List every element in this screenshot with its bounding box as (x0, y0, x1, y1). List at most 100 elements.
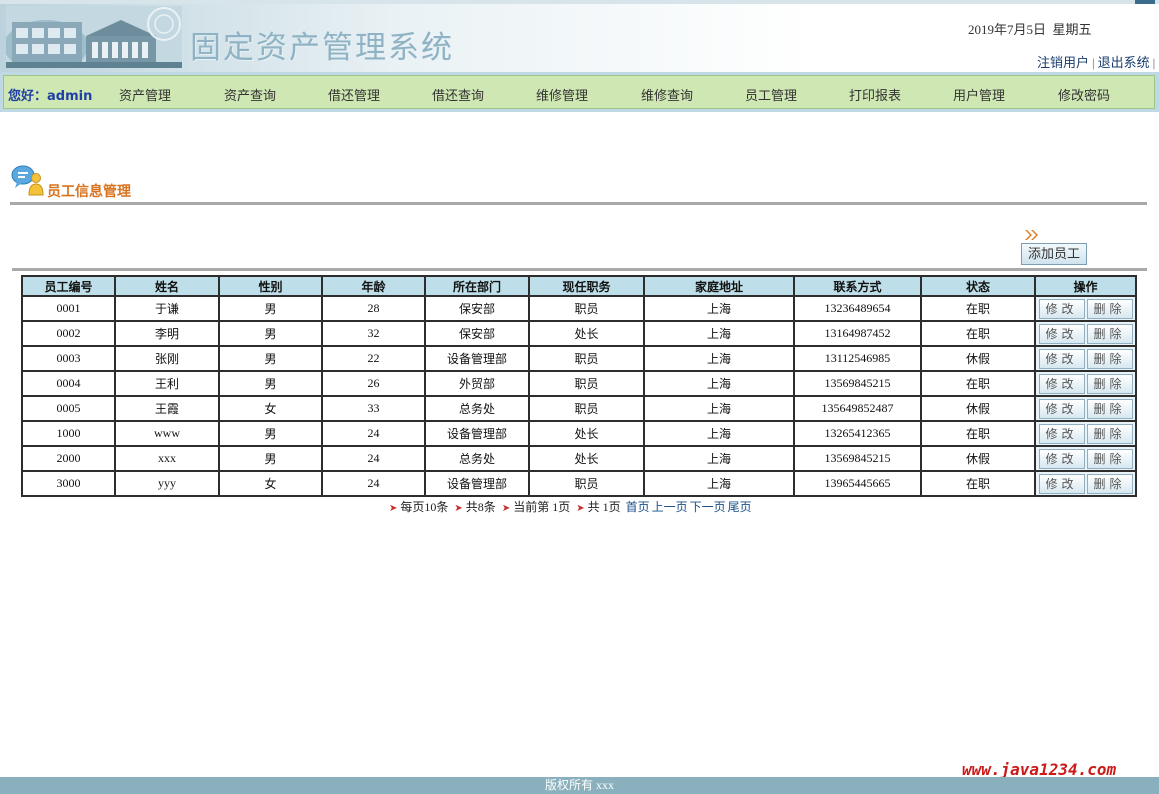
chat-user-icon (11, 165, 44, 196)
edit-button[interactable]: 修改 (1038, 423, 1085, 444)
edit-button[interactable]: 修改 (1038, 448, 1085, 469)
edit-button[interactable]: 修改 (1038, 398, 1085, 419)
cell-department: 设备管理部 (424, 345, 530, 372)
delete-button[interactable]: 删除 (1086, 323, 1133, 344)
table-row: 0005 王霞 女 33 总务处 职员 上海 135649852487 休假 修… (21, 395, 1137, 422)
cell-status: 在职 (920, 320, 1036, 347)
cell-age: 28 (321, 295, 426, 322)
edit-button[interactable]: 修改 (1038, 298, 1085, 319)
system-title: 固定资产管理系统 (190, 30, 454, 66)
nav-item-user-management[interactable]: 用户管理 (953, 85, 1005, 104)
logout-user-link[interactable]: 注销用户 (1037, 55, 1089, 70)
col-header-actions: 操作 (1034, 275, 1137, 297)
edit-button[interactable]: 修改 (1038, 348, 1085, 369)
cell-gender: 女 (218, 470, 323, 497)
edit-button[interactable]: 修改 (1038, 473, 1085, 494)
nav-item-employee-management[interactable]: 员工管理 (745, 85, 797, 104)
user-links: 注销用户 | 退出系统 | (1037, 52, 1158, 71)
arrow-bullet-icon: ➤ (454, 503, 463, 514)
col-header-position: 现任职务 (528, 275, 645, 297)
header-banner: 固定资产管理系统 2019年7月5日 星期五 注销用户 | 退出系统 | (0, 0, 1159, 72)
cell-position: 处长 (528, 445, 645, 472)
cell-name: 王利 (114, 370, 220, 397)
cell-department: 保安部 (424, 320, 530, 347)
cell-age: 22 (321, 345, 426, 372)
cell-department: 总务处 (424, 395, 530, 422)
cell-age: 26 (321, 370, 426, 397)
cell-position: 职员 (528, 295, 645, 322)
cell-actions: 修改 删除 (1034, 420, 1137, 447)
delete-button[interactable]: 删除 (1086, 473, 1133, 494)
edit-button[interactable]: 修改 (1038, 373, 1085, 394)
col-header-employee-id: 员工编号 (21, 275, 116, 297)
nav-item-repair-management[interactable]: 维修管理 (536, 85, 588, 104)
cell-name: 张刚 (114, 345, 220, 372)
cell-gender: 男 (218, 295, 323, 322)
nav-item-print-report[interactable]: 打印报表 (849, 85, 901, 104)
nav-item-change-password[interactable]: 修改密码 (1058, 85, 1110, 104)
cell-gender: 男 (218, 420, 323, 447)
section-title: 员工信息管理 (47, 184, 131, 200)
cell-department: 设备管理部 (424, 420, 530, 447)
cell-address: 上海 (643, 370, 795, 397)
cell-name: xxx (114, 445, 220, 472)
cell-contact: 13965445665 (793, 470, 922, 497)
cell-department: 外贸部 (424, 370, 530, 397)
col-header-status: 状态 (920, 275, 1036, 297)
delete-button[interactable]: 删除 (1086, 298, 1133, 319)
col-header-contact: 联系方式 (793, 275, 922, 297)
cell-employee-id: 2000 (21, 445, 116, 472)
nav-item-asset-management[interactable]: 资产管理 (119, 85, 171, 104)
cell-employee-id: 0003 (21, 345, 116, 372)
cell-gender: 男 (218, 320, 323, 347)
cell-status: 休假 (920, 395, 1036, 422)
delete-button[interactable]: 删除 (1086, 348, 1133, 369)
cell-department: 保安部 (424, 295, 530, 322)
next-page-link[interactable]: 下一页 (690, 500, 726, 514)
cell-address: 上海 (643, 445, 795, 472)
nav-item-asset-query[interactable]: 资产查询 (224, 85, 276, 104)
table-row: 2000 xxx 男 24 总务处 处长 上海 13569845215 休假 修… (21, 445, 1137, 472)
cell-address: 上海 (643, 395, 795, 422)
nav-item-repair-query[interactable]: 维修查询 (641, 85, 693, 104)
delete-button[interactable]: 删除 (1086, 373, 1133, 394)
cell-position: 职员 (528, 395, 645, 422)
table-row: 0004 王利 男 26 外贸部 职员 上海 13569845215 在职 修改… (21, 370, 1137, 397)
cell-employee-id: 3000 (21, 470, 116, 497)
cell-age: 24 (321, 445, 426, 472)
add-employee-button[interactable]: 添加员工 (1021, 243, 1087, 265)
col-header-department: 所在部门 (424, 275, 530, 297)
building-logo-image (6, 6, 182, 68)
nav-item-borrow-management[interactable]: 借还管理 (328, 85, 380, 104)
first-page-link[interactable]: 首页 (626, 500, 650, 514)
cell-contact: 13236489654 (793, 295, 922, 322)
delete-button[interactable]: 删除 (1086, 423, 1133, 444)
arrow-bullet-icon: ➤ (389, 503, 398, 514)
cell-address: 上海 (643, 295, 795, 322)
cell-name: yyy (114, 470, 220, 497)
exit-system-link[interactable]: 退出系统 (1098, 55, 1150, 70)
col-header-gender: 性别 (218, 275, 323, 297)
prev-page-link[interactable]: 上一页 (652, 500, 688, 514)
cell-contact: 13265412365 (793, 420, 922, 447)
cell-status: 休假 (920, 345, 1036, 372)
col-header-address: 家庭地址 (643, 275, 795, 297)
last-page-link[interactable]: 尾页 (728, 500, 752, 514)
table-top-divider (12, 268, 1147, 271)
cell-actions: 修改 删除 (1034, 345, 1137, 372)
delete-button[interactable]: 删除 (1086, 448, 1133, 469)
table-row: 1000 www 男 24 设备管理部 处长 上海 13265412365 在职… (21, 420, 1137, 447)
cell-address: 上海 (643, 470, 795, 497)
col-header-age: 年龄 (321, 275, 426, 297)
cell-department: 总务处 (424, 445, 530, 472)
cell-position: 职员 (528, 345, 645, 372)
link-separator: | (1092, 55, 1095, 70)
current-page-text: 当前第 1页 (513, 500, 571, 514)
main-nav: 您好：admin 资产管理 资产查询 借还管理 借还查询 维修管理 维修查询 员… (0, 72, 1159, 112)
delete-button[interactable]: 删除 (1086, 398, 1133, 419)
nav-item-borrow-query[interactable]: 借还查询 (432, 85, 484, 104)
edit-button[interactable]: 修改 (1038, 323, 1085, 344)
total-pages-text: 共 1页 (587, 500, 621, 514)
cell-actions: 修改 删除 (1034, 370, 1137, 397)
pagination: ➤ 每页10条 ➤ 共8条 ➤ 当前第 1页 ➤ 共 1页 首页 上一页 下一页 尾页 (386, 498, 752, 515)
